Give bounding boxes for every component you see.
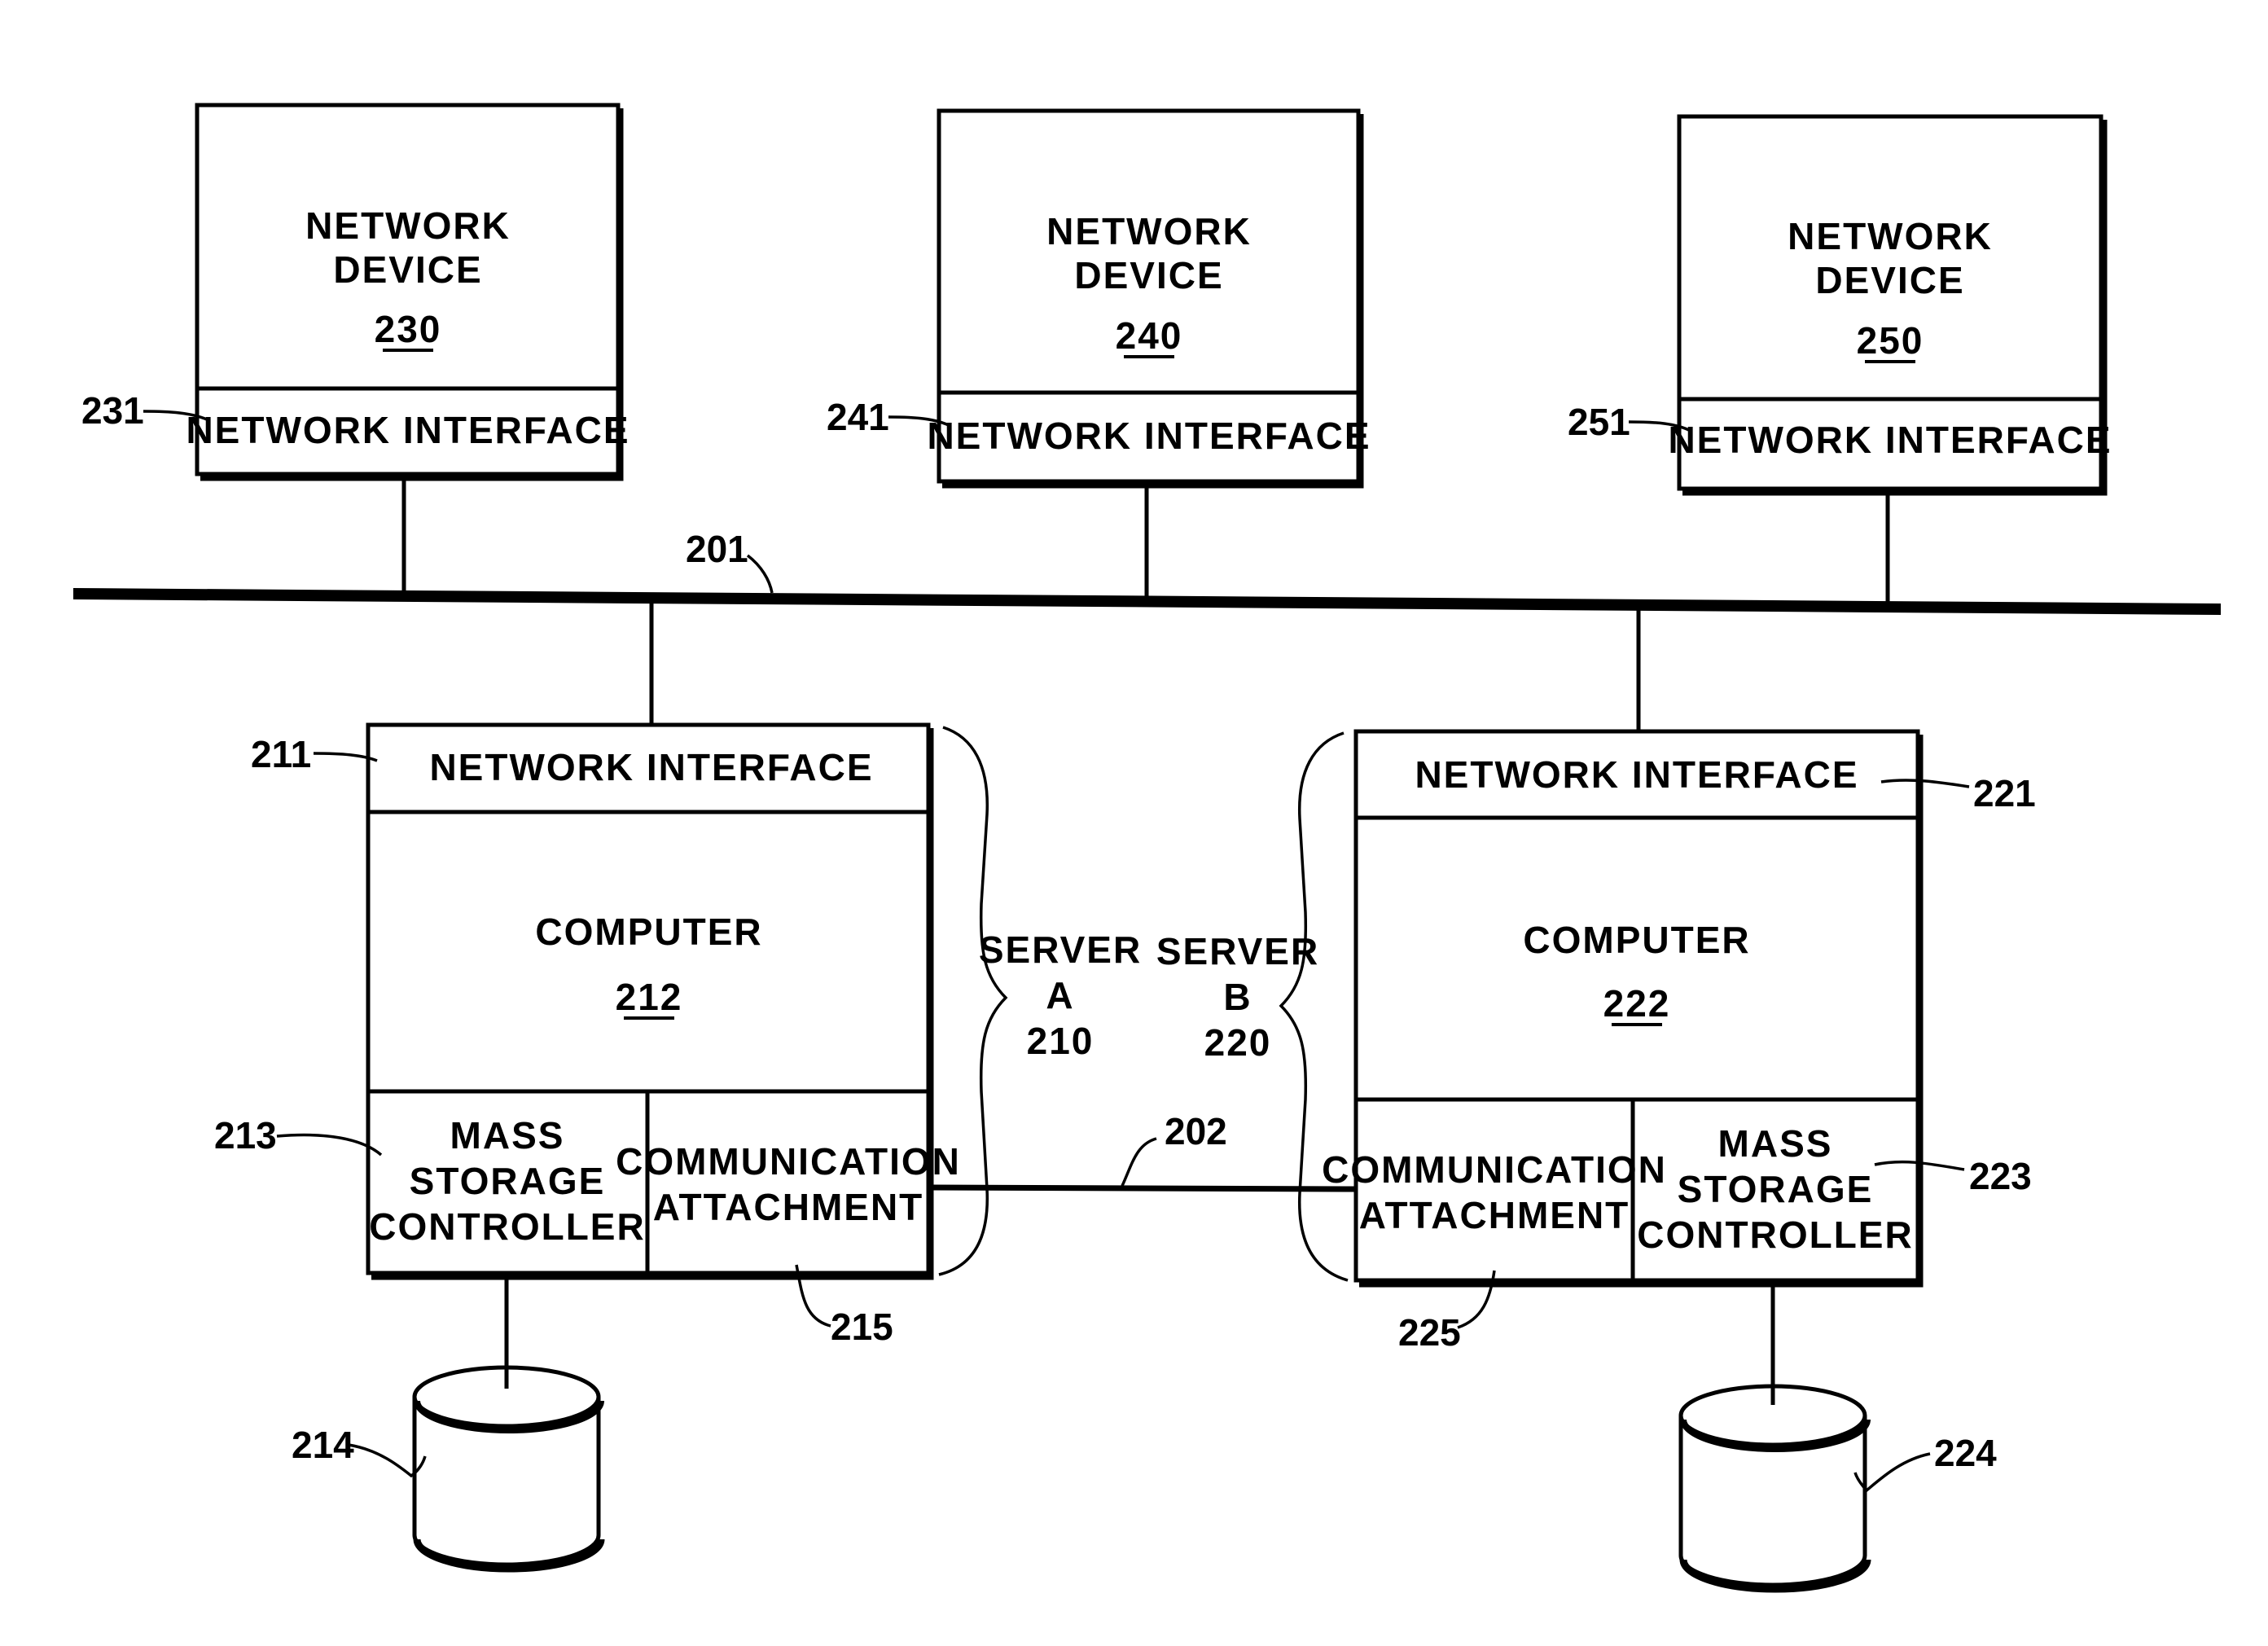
- link-ref: 202: [1165, 1110, 1227, 1152]
- server-label-line2: B: [1223, 976, 1252, 1018]
- interface-label: NETWORK INTERFACE: [927, 415, 1371, 457]
- server-label-line1: SERVER: [979, 928, 1142, 971]
- bus-ref-leader: [746, 554, 774, 594]
- storage-ref: 213: [214, 1114, 277, 1157]
- inter-server-link-202: [929, 1184, 1357, 1192]
- interface-label: NETWORK INTERFACE: [429, 746, 873, 788]
- server-b-brace: [1279, 731, 1349, 1282]
- device-title-line1: NETWORK: [1788, 215, 1993, 257]
- network-device-250: NETWORK DEVICE 250 NETWORK INTERFACE 251: [1568, 114, 2112, 606]
- comm-line2: ATTACHMENT: [1359, 1194, 1630, 1236]
- interface-label: NETWORK INTERFACE: [1415, 753, 1858, 796]
- storage-line2: STORAGE: [410, 1160, 606, 1202]
- interface-label: NETWORK INTERFACE: [1668, 419, 2112, 461]
- interface-ref: 231: [81, 389, 144, 432]
- server-a-210: NETWORK INTERFACE 211 COMPUTER 212 MASS …: [214, 598, 1142, 1573]
- server-ref: 220: [1204, 1021, 1272, 1064]
- computer-label: COMPUTER: [535, 911, 762, 953]
- disk-224: [1678, 1384, 1871, 1593]
- server-b-220: NETWORK INTERFACE 221 COMPUTER 222 COMMU…: [1156, 609, 2036, 1593]
- device-title-line2: DEVICE: [1074, 254, 1223, 296]
- device-title-line1: NETWORK: [1046, 210, 1252, 252]
- network-device-240: NETWORK DEVICE 240 NETWORK INTERFACE 241: [827, 108, 1371, 599]
- comm-ref: 215: [831, 1306, 893, 1348]
- disk-ref: 214: [292, 1424, 354, 1466]
- device-title-line2: DEVICE: [333, 248, 482, 291]
- interface-ref: 251: [1568, 401, 1630, 443]
- device-ref: 240: [1116, 314, 1183, 357]
- comm-line1: COMMUNICATION: [616, 1140, 961, 1183]
- server-label-line1: SERVER: [1156, 930, 1319, 972]
- storage-line1: MASS: [1718, 1122, 1833, 1165]
- server-ref: 210: [1027, 1020, 1095, 1062]
- comm-line1: COMMUNICATION: [1322, 1148, 1667, 1191]
- link-ref-leader: [1121, 1137, 1157, 1187]
- interface-ref: 221: [1973, 772, 2036, 814]
- storage-ref-leader: [276, 1133, 383, 1157]
- server-label-line2: A: [1046, 974, 1074, 1016]
- storage-line3: CONTROLLER: [369, 1205, 645, 1248]
- bus-ref: 201: [686, 528, 748, 570]
- storage-line3: CONTROLLER: [1637, 1214, 1913, 1256]
- interface-label: NETWORK INTERFACE: [186, 409, 630, 451]
- device-title-line1: NETWORK: [305, 204, 511, 247]
- disk-214: [412, 1365, 605, 1573]
- computer-ref: 212: [616, 976, 683, 1018]
- network-device-230: NETWORK DEVICE 230 NETWORK INTERFACE 231: [81, 103, 630, 591]
- storage-line2: STORAGE: [1678, 1168, 1874, 1210]
- computer-ref: 222: [1603, 982, 1671, 1025]
- interface-ref: 241: [827, 396, 889, 438]
- network-diagram: 201 NETWORK DEVICE 230 NETWORK INTERFACE…: [73, 103, 2221, 1593]
- storage-line1: MASS: [450, 1114, 565, 1157]
- device-ref: 250: [1857, 319, 1924, 362]
- comm-ref: 225: [1398, 1311, 1461, 1354]
- computer-label: COMPUTER: [1523, 919, 1750, 961]
- server-a-brace: [938, 726, 1008, 1276]
- comm-line2: ATTACHMENT: [653, 1186, 924, 1228]
- device-ref: 230: [375, 308, 442, 350]
- disk-ref: 224: [1934, 1432, 1997, 1474]
- device-title-line2: DEVICE: [1815, 259, 1964, 301]
- interface-ref: 211: [251, 733, 311, 775]
- storage-ref: 223: [1969, 1155, 2032, 1197]
